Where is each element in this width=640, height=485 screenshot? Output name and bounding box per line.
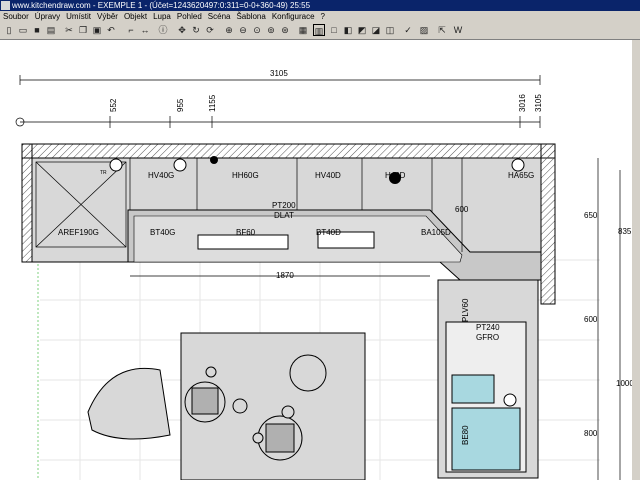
menu-umistit[interactable]: Umístit xyxy=(63,12,94,21)
zoom-window-icon[interactable]: ⊙ xyxy=(251,24,263,36)
label-hh60g: HH60G xyxy=(232,171,259,180)
cup-1 xyxy=(232,398,248,414)
dim-side-d: 1000 xyxy=(616,379,632,388)
refresh-icon[interactable]: ⟳ xyxy=(204,24,216,36)
lamp-4 xyxy=(511,158,525,172)
render-icon[interactable]: ◪ xyxy=(370,24,382,36)
label-hv40d: HV40D xyxy=(315,171,341,180)
title-bar: www.kitchendraw.com - EXEMPLE 1 - (Účet=… xyxy=(0,0,640,11)
lamp-1 xyxy=(109,158,123,172)
label-ba105d: BA105D xyxy=(421,228,451,237)
rotate-icon[interactable]: ↻ xyxy=(190,24,202,36)
tap-icon xyxy=(503,393,517,407)
camera-icon[interactable]: ◩ xyxy=(356,24,368,36)
photo-icon[interactable]: ◫ xyxy=(384,24,396,36)
menu-scena[interactable]: Scéna xyxy=(205,12,234,21)
zoom-prev-icon[interactable]: ⊛ xyxy=(279,24,291,36)
menu-objekt[interactable]: Objekt xyxy=(121,12,150,21)
dim-mark-2: 955 xyxy=(176,98,185,112)
sink-bowl-small[interactable] xyxy=(451,374,495,404)
front-view-icon[interactable]: ▥ xyxy=(313,24,325,36)
menu-konfigurace[interactable]: Konfigurace xyxy=(269,12,318,21)
label-plv60: PLV60 xyxy=(461,298,470,322)
menu-help[interactable]: ? xyxy=(318,12,328,21)
label-bf60: BF60 xyxy=(236,228,256,237)
dim-side-c: 600 xyxy=(584,315,598,324)
chart-icon[interactable]: ▨ xyxy=(418,24,430,36)
menu-pohled[interactable]: Pohled xyxy=(174,12,205,21)
drawing-canvas[interactable]: 3105 552 955 1155 3016 3105 1870 600 650… xyxy=(0,40,634,481)
select-icon[interactable]: ⇱ xyxy=(436,24,448,36)
cup-2 xyxy=(281,405,295,419)
wall-left xyxy=(21,143,33,263)
zoom-in-icon[interactable]: ⊕ xyxy=(223,24,235,36)
menu-bar: Soubor Úpravy Umístit Výběr Objekt Lupa Pohled… xyxy=(0,11,640,22)
label-tr: TR xyxy=(100,170,107,176)
label-aref190g: AREF190G xyxy=(58,228,99,237)
plan-view-icon[interactable]: ▦ xyxy=(297,24,309,36)
oven-bf60[interactable] xyxy=(197,234,289,250)
chair-2-seat xyxy=(265,423,295,453)
menu-vyber[interactable]: Výběr xyxy=(94,12,121,21)
dim-mark-4: 3016 xyxy=(518,94,527,112)
label-ha65g: HA65G xyxy=(508,171,534,180)
zoom-out-icon[interactable]: ⊖ xyxy=(237,24,249,36)
measure-icon[interactable]: ↔ xyxy=(139,24,151,36)
box-icon[interactable]: □ xyxy=(328,24,340,36)
cup-3 xyxy=(205,366,217,378)
paste-icon[interactable]: ▣ xyxy=(91,24,103,36)
print-icon[interactable]: ▤ xyxy=(45,24,57,36)
menu-sablona[interactable]: Šablona xyxy=(233,12,268,21)
dimension-top xyxy=(15,75,541,128)
dim-mark-3: 1155 xyxy=(208,94,217,112)
dim-mark-5: 3105 xyxy=(534,94,543,112)
save-icon[interactable]: ■ xyxy=(31,24,43,36)
dim-run: 1870 xyxy=(276,271,294,280)
label-pt240: PT240 xyxy=(476,323,500,332)
zoom-all-icon[interactable]: ⊚ xyxy=(265,24,277,36)
dim-top-total: 3105 xyxy=(270,69,288,78)
lamp-2 xyxy=(173,158,187,172)
label-dlat: DLAT xyxy=(274,211,294,220)
stool-1[interactable] xyxy=(289,354,327,392)
place-icon[interactable]: ⌐ xyxy=(125,24,137,36)
toolbar: ▯ ▭ ■ ▤ ✂ ❐ ▣ ↶ ⌐ ↔ ⓘ ✥ ↻ ⟳ ⊕ ⊖ ⊙ ⊚ ⊛ ▦ … xyxy=(0,22,640,40)
dim-side-e: 800 xyxy=(584,429,598,438)
label-bt40g: BT40G xyxy=(150,228,175,237)
copy-icon[interactable]: ❐ xyxy=(77,24,89,36)
wall-top xyxy=(21,143,556,159)
armchair[interactable] xyxy=(87,367,171,440)
move-icon[interactable]: ✥ xyxy=(176,24,188,36)
countertop-inner xyxy=(133,215,463,263)
undo-icon[interactable]: ↶ xyxy=(105,24,117,36)
word-icon[interactable]: W xyxy=(452,24,464,36)
vertical-toolbar xyxy=(632,40,640,480)
dim-side-b: 835 xyxy=(618,227,632,236)
menu-lupa[interactable]: Lupa xyxy=(150,12,174,21)
label-bt40d: BT40D xyxy=(316,228,341,237)
label-hv40g: HV40G xyxy=(148,171,174,180)
window-title: www.kitchendraw.com - EXEMPLE 1 - (Účet=… xyxy=(12,1,311,10)
view3d-icon[interactable]: ◧ xyxy=(342,24,354,36)
wall-right xyxy=(540,143,556,305)
open-icon[interactable]: ▭ xyxy=(17,24,29,36)
check-icon[interactable]: ✓ xyxy=(402,24,414,36)
chair-1-seat xyxy=(191,387,219,415)
app-icon xyxy=(1,1,10,10)
dim-mark-1: 552 xyxy=(109,98,118,112)
label-h40d: H40D xyxy=(385,171,406,180)
info-icon[interactable]: ⓘ xyxy=(157,24,169,36)
cup-4 xyxy=(252,432,264,444)
menu-upravy[interactable]: Úpravy xyxy=(32,12,63,21)
outlet-icon xyxy=(210,156,218,164)
label-gfro: GFRO xyxy=(476,333,499,342)
cut-icon[interactable]: ✂ xyxy=(63,24,75,36)
label-be80: BE80 xyxy=(461,425,470,445)
menu-soubor[interactable]: Soubor xyxy=(0,12,32,21)
new-icon[interactable]: ▯ xyxy=(3,24,15,36)
dim-side-a: 650 xyxy=(584,211,598,220)
label-pt200: PT200 xyxy=(272,201,296,210)
